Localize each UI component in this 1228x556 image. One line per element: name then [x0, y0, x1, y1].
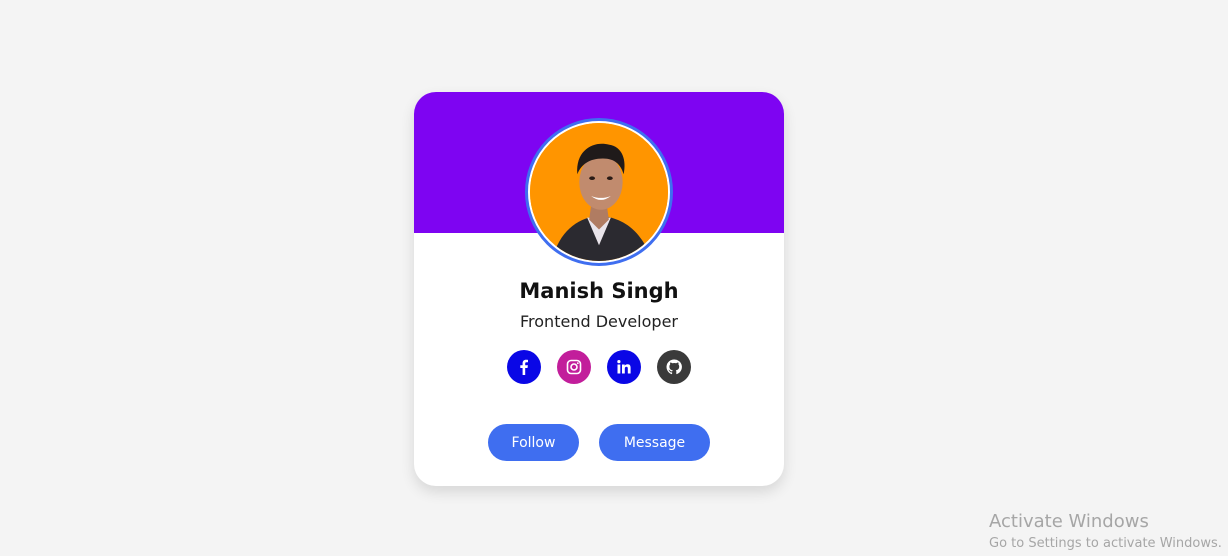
instagram-link[interactable]	[557, 350, 591, 384]
profile-name: Manish Singh	[519, 279, 679, 303]
avatar-photo	[530, 123, 668, 261]
social-links	[507, 350, 691, 384]
follow-button[interactable]: Follow	[488, 424, 579, 461]
github-icon	[666, 359, 682, 375]
profile-card: Manish Singh Frontend Developer Follow M…	[414, 92, 784, 486]
instagram-icon	[566, 359, 582, 375]
github-link[interactable]	[657, 350, 691, 384]
facebook-link[interactable]	[507, 350, 541, 384]
avatar-image	[530, 123, 668, 261]
facebook-icon	[520, 359, 528, 375]
watermark-title: Activate Windows	[989, 511, 1149, 532]
linkedin-link[interactable]	[607, 350, 641, 384]
watermark-subtitle: Go to Settings to activate Windows.	[989, 536, 1222, 551]
linkedin-icon	[617, 360, 631, 374]
message-button[interactable]: Message	[599, 424, 710, 461]
windows-activation-watermark: Activate Windows Go to Settings to activ…	[989, 511, 1222, 553]
profile-role: Frontend Developer	[520, 312, 678, 331]
avatar	[525, 118, 673, 266]
